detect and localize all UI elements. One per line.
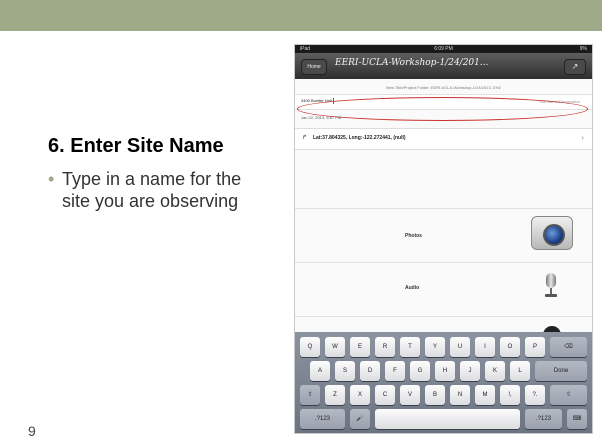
key-w[interactable]: W [325, 337, 345, 357]
key-i[interactable]: I [475, 337, 495, 357]
numbers-key-right[interactable]: .?123 [525, 409, 562, 429]
location-text: Lat:37.804325, Long:-122.272441, (null) [313, 135, 406, 141]
location-arrow-icon: ↱ [302, 135, 308, 141]
status-bar: 6:09 PM iPad 9% [295, 45, 592, 53]
key-l[interactable]: L [510, 361, 530, 381]
camera-lens [543, 224, 565, 246]
camera-icon[interactable] [531, 216, 573, 250]
backspace-key[interactable]: ⌫ [550, 337, 587, 357]
location-row[interactable]: ↱ Lat:37.804325, Long:-122.272441, (null… [295, 128, 592, 150]
share-icon[interactable]: ↗ [564, 59, 586, 75]
mic-head [546, 273, 556, 288]
page-number: 9 [28, 423, 36, 439]
divider [295, 316, 592, 317]
bullet-text: Type in a name for the site you are obse… [62, 169, 242, 211]
nav-title: EERI-UCLA-Workshop-1/24/201... [335, 58, 489, 68]
key-j[interactable]: J [460, 361, 480, 381]
key-v[interactable]: V [400, 385, 420, 405]
chevron-right-icon: › [581, 133, 584, 142]
key-exclaim-comma[interactable]: !, [500, 385, 520, 405]
key-m[interactable]: M [475, 385, 495, 405]
slide-title: 6. Enter Site Name [48, 135, 224, 157]
key-b[interactable]: B [425, 385, 445, 405]
key-y[interactable]: Y [425, 337, 445, 357]
slide-header-band [0, 0, 602, 31]
nav-bar: Home EERI-UCLA-Workshop-1/24/201... ↗ [295, 53, 592, 79]
hide-keyboard-icon[interactable]: ⌨ [567, 409, 587, 429]
numbers-key-left[interactable]: .?123 [300, 409, 345, 429]
key-s[interactable]: S [335, 361, 355, 381]
key-x[interactable]: X [350, 385, 370, 405]
key-t[interactable]: T [400, 337, 420, 357]
audio-label[interactable]: Audio [405, 285, 419, 291]
microphone-icon[interactable] [543, 273, 559, 297]
divider [295, 208, 592, 209]
status-time: 6:09 PM [434, 46, 453, 52]
shift-key-left[interactable]: ⇧ [300, 385, 320, 405]
key-u[interactable]: U [450, 337, 470, 357]
done-key[interactable]: Done [535, 361, 587, 381]
key-p[interactable]: P [525, 337, 545, 357]
key-r[interactable]: R [375, 337, 395, 357]
bullet-marker: • [48, 169, 55, 189]
photos-label[interactable]: Photos [405, 233, 422, 239]
key-q[interactable]: Q [300, 337, 320, 357]
shift-key-right[interactable]: ⇧ [550, 385, 587, 405]
key-z[interactable]: Z [325, 385, 345, 405]
key-o[interactable]: O [500, 337, 520, 357]
key-k[interactable]: K [485, 361, 505, 381]
key-h[interactable]: H [435, 361, 455, 381]
ipad-screenshot: 6:09 PM iPad 9% Home EERI-UCLA-Workshop-… [294, 44, 593, 434]
mic-base [545, 294, 557, 297]
home-button[interactable]: Home [301, 59, 327, 75]
divider [295, 262, 592, 263]
status-device: iPad [300, 46, 311, 52]
key-c[interactable]: C [375, 385, 395, 405]
space-key[interactable] [375, 409, 520, 429]
onscreen-keyboard: Q W E R T Y U I O P ⌫ A S D F G H J K L … [295, 332, 592, 433]
bullet-item: • Type in a name for the site you are ob… [48, 168, 258, 212]
key-question-period[interactable]: ?. [525, 385, 545, 405]
folder-line: New Title/Project Folder: EERI-UCLA-Work… [386, 85, 501, 90]
date-text: Jan 22, 2013, 5:57 PM [301, 115, 342, 120]
key-f[interactable]: F [385, 361, 405, 381]
key-a[interactable]: A [310, 361, 330, 381]
key-e[interactable]: E [350, 337, 370, 357]
dictation-icon[interactable]: 🎤 [350, 409, 370, 429]
key-d[interactable]: D [360, 361, 380, 381]
key-n[interactable]: N [450, 385, 470, 405]
key-g[interactable]: G [410, 361, 430, 381]
status-battery: 9% [579, 46, 587, 52]
